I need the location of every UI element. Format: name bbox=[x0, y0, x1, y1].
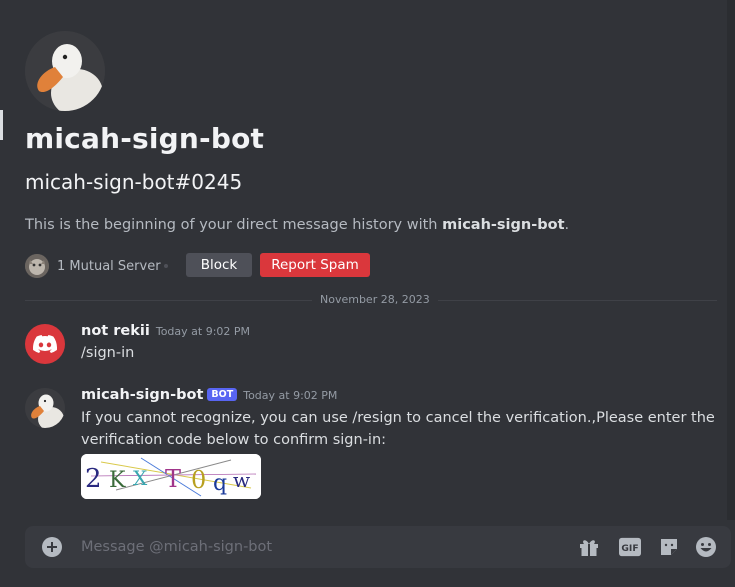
separator-dot bbox=[164, 264, 168, 268]
gift-icon[interactable] bbox=[578, 536, 600, 558]
emoji-icon[interactable] bbox=[695, 536, 717, 558]
mutual-server-label: 1 Mutual Server bbox=[57, 258, 161, 274]
message-content: /sign-in bbox=[81, 345, 135, 361]
message-line: verification code below to confirm sign-… bbox=[81, 432, 387, 448]
author-name[interactable]: not rekii bbox=[81, 323, 150, 339]
sticker-icon[interactable] bbox=[658, 536, 680, 558]
block-button[interactable]: Block bbox=[186, 253, 252, 277]
bot-message-avatar[interactable] bbox=[25, 388, 65, 428]
svg-text:2: 2 bbox=[85, 464, 102, 494]
intro-suffix: . bbox=[564, 217, 570, 233]
message-timestamp: Today at 9:02 PM bbox=[155, 325, 251, 338]
message-composer: GIF bbox=[25, 526, 731, 568]
discord-logo-icon bbox=[33, 335, 57, 353]
duck-avatar-icon bbox=[25, 31, 105, 111]
svg-text:q: q bbox=[213, 471, 227, 496]
intro-prefix: This is the beginning of your direct mes… bbox=[25, 217, 443, 233]
svg-text:GIF: GIF bbox=[621, 543, 638, 554]
add-icon[interactable] bbox=[42, 537, 62, 557]
message-line: If you cannot recognize, you can use /re… bbox=[81, 410, 715, 426]
author-name[interactable]: micah-sign-bot bbox=[81, 387, 203, 403]
intro-username: micah-sign-bot bbox=[442, 217, 565, 233]
report-spam-button[interactable]: Report Spam bbox=[260, 253, 370, 277]
svg-text:w: w bbox=[233, 468, 250, 492]
dm-intro-text: This is the beginning of your direct mes… bbox=[25, 217, 569, 233]
server-icon bbox=[25, 254, 49, 278]
date-divider-label: November 28, 2023 bbox=[312, 293, 438, 306]
user-tag: micah-sign-bot#0245 bbox=[25, 170, 243, 194]
svg-text:K: K bbox=[109, 468, 126, 493]
page-title: micah-sign-bot bbox=[25, 122, 265, 155]
svg-text:T: T bbox=[165, 465, 181, 493]
captcha-image[interactable]: 2 K X T 0 q w bbox=[81, 454, 261, 499]
message-author[interactable]: not rekii Today at 9:02 PM bbox=[81, 323, 250, 339]
mutual-servers[interactable]: 1 Mutual Server bbox=[25, 254, 161, 278]
bot-badge: BOT bbox=[207, 388, 238, 401]
message-timestamp: Today at 9:02 PM bbox=[243, 389, 338, 402]
bot-avatar[interactable] bbox=[25, 31, 105, 111]
duck-avatar-icon bbox=[25, 388, 65, 428]
svg-text:X: X bbox=[133, 466, 148, 490]
message-content: If you cannot recognize, you can use /re… bbox=[81, 407, 715, 451]
scrollbar-track[interactable] bbox=[727, 0, 735, 520]
svg-text:0: 0 bbox=[191, 466, 206, 494]
gif-icon[interactable]: GIF bbox=[619, 536, 641, 558]
message-input[interactable] bbox=[81, 526, 551, 568]
scroll-edge-indicator bbox=[0, 110, 3, 140]
captcha-graphic: 2 K X T 0 q w bbox=[81, 454, 261, 499]
message-author[interactable]: micah-sign-bot BOT Today at 9:02 PM bbox=[81, 387, 337, 403]
user-avatar[interactable] bbox=[25, 324, 65, 364]
